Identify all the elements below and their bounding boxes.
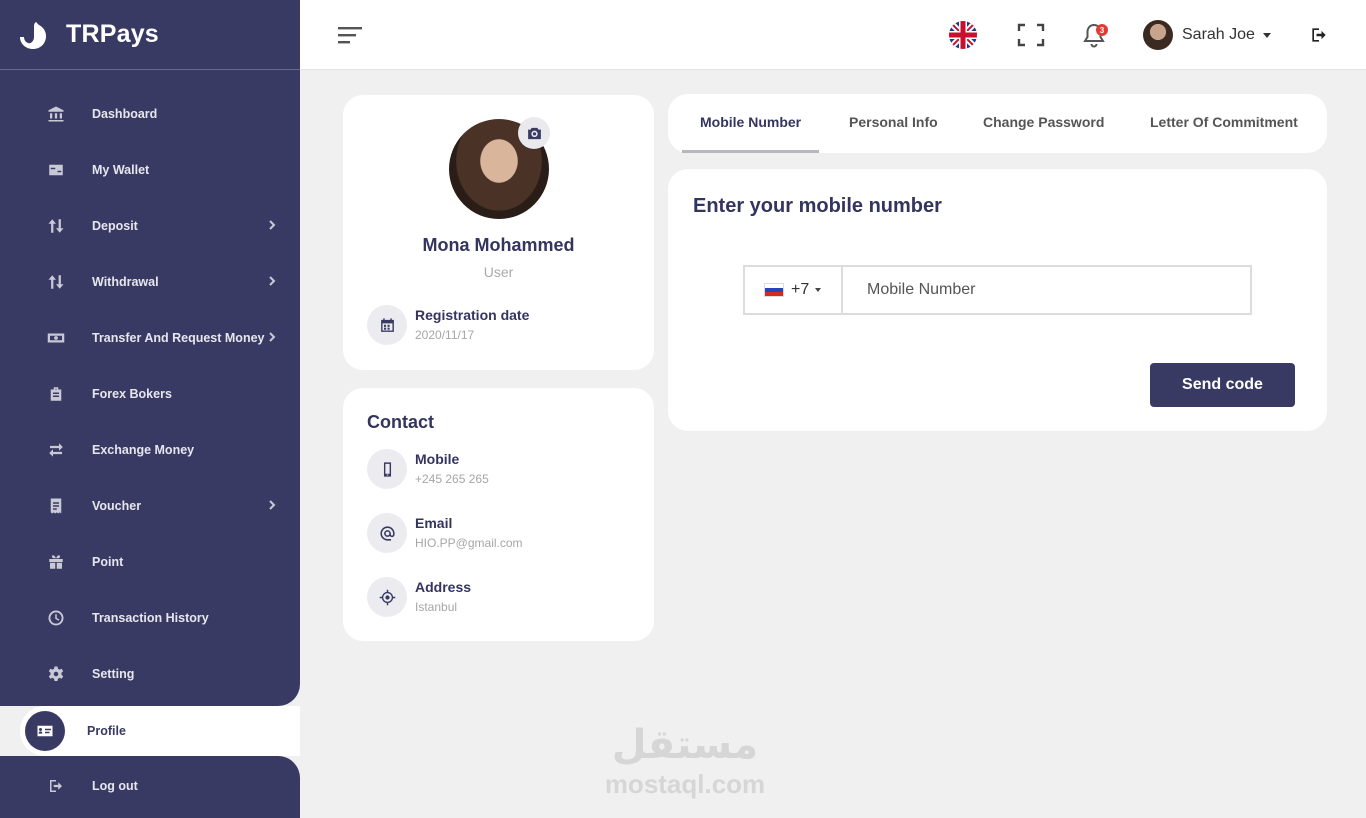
sidebar-item-label: Log out xyxy=(92,779,138,793)
registration-label: Registration date xyxy=(415,307,530,323)
sidebar-item-label: Setting xyxy=(92,667,135,681)
uk-flag-icon[interactable] xyxy=(948,20,978,50)
caret-down-icon xyxy=(815,288,822,292)
fullscreen-icon[interactable] xyxy=(1016,20,1046,50)
notification-badge: 3 xyxy=(1096,24,1108,36)
camera-icon xyxy=(527,127,541,139)
sidebar-item-withdrawal[interactable]: Withdrawal xyxy=(0,260,300,304)
watermark-latin: mostaql.com xyxy=(604,769,766,799)
menu-toggle-icon[interactable] xyxy=(338,25,364,47)
sidebar-item-setting[interactable]: Setting xyxy=(0,652,300,696)
sidebar-item-forex-bokers[interactable]: Forex Bokers xyxy=(0,372,300,416)
logout-icon xyxy=(44,774,68,798)
mobile-value: +245 265 265 xyxy=(415,472,489,486)
caret-down-icon xyxy=(1262,32,1271,38)
profile-tabs: Mobile Number Personal Info Change Passw… xyxy=(668,94,1327,153)
money-icon xyxy=(44,326,68,350)
registration-date: 2020/11/17 xyxy=(415,328,475,342)
arrows-updown-icon xyxy=(44,214,68,238)
mobile-label: Mobile xyxy=(415,451,460,467)
logout-icon[interactable] xyxy=(1304,20,1334,50)
sidebar-item-my-wallet[interactable]: My Wallet xyxy=(0,148,300,192)
sidebar-item-label: Transaction History xyxy=(92,611,209,625)
change-photo-button[interactable] xyxy=(518,117,550,149)
sidebar-item-profile[interactable]: Profile xyxy=(20,706,300,756)
id-card-icon xyxy=(25,711,65,751)
sidebar-item-label: Deposit xyxy=(92,219,138,233)
country-code-select[interactable]: +7 xyxy=(745,267,843,313)
form-title: Enter your mobile number xyxy=(693,195,942,217)
email-label: Email xyxy=(415,515,453,531)
contact-address: Address Istanbul xyxy=(367,577,471,617)
contact-card: Contact Mobile +245 265 265 Email HIO.PP… xyxy=(343,388,654,641)
wallet-icon xyxy=(44,158,68,182)
sidebar-item-label: Withdrawal xyxy=(92,275,159,289)
at-sign-icon xyxy=(367,513,407,553)
brand-logo-icon xyxy=(20,21,46,49)
arrows-updown-icon xyxy=(44,270,68,294)
sidebar-item-transfer-request-money[interactable]: Transfer And Request Money xyxy=(0,316,300,360)
tab-mobile-number[interactable]: Mobile Number xyxy=(700,114,801,130)
sidebar-item-voucher[interactable]: Voucher xyxy=(0,484,300,528)
sidebar-item-dashboard[interactable]: Dashboard xyxy=(0,92,300,136)
sidebar-item-label: Profile xyxy=(87,724,126,738)
sidebar-item-label: My Wallet xyxy=(92,163,150,177)
profile-role: User xyxy=(483,264,514,280)
top-header: 3 Sarah Joe xyxy=(300,0,1366,70)
sidebar-item-label: Forex Bokers xyxy=(92,387,172,401)
gift-icon xyxy=(44,550,68,574)
sidebar-item-point[interactable]: Point xyxy=(0,540,300,584)
sidebar: TRPays Dashboard My Wallet Deposit Withd… xyxy=(0,0,300,818)
contact-email: Email HIO.PP@gmail.com xyxy=(367,513,523,553)
active-tab-indicator xyxy=(682,150,819,153)
sidebar-item-exchange-money[interactable]: Exchange Money xyxy=(0,428,300,472)
chevron-right-icon xyxy=(266,499,280,513)
mobile-number-input[interactable] xyxy=(843,267,1250,313)
user-menu[interactable]: Sarah Joe xyxy=(1143,19,1271,51)
brand[interactable]: TRPays xyxy=(0,0,300,70)
send-code-button[interactable]: Send code xyxy=(1150,363,1295,407)
russia-flag-icon xyxy=(764,283,784,297)
tab-personal-info[interactable]: Personal Info xyxy=(849,114,938,130)
sidebar-item-label: Dashboard xyxy=(92,107,158,121)
mobile-number-form: Enter your mobile number +7 Send code xyxy=(668,169,1327,431)
registration-info: Registration date 2020/11/17 xyxy=(367,305,529,345)
address-value: Istanbul xyxy=(415,600,458,614)
sidebar-item-transaction-history[interactable]: Transaction History xyxy=(0,596,300,640)
sidebar-item-logout[interactable]: Log out xyxy=(0,764,300,808)
sidebar-item-label: Exchange Money xyxy=(92,443,195,457)
user-name: Sarah Joe xyxy=(1182,26,1255,43)
tab-letter-of-commitment[interactable]: Letter Of Commitment xyxy=(1150,114,1298,130)
watermark: مستقل mostaql.com xyxy=(600,720,770,798)
sidebar-item-label: Voucher xyxy=(92,499,142,513)
gear-icon xyxy=(44,662,68,686)
contact-mobile: Mobile +245 265 265 xyxy=(367,449,489,489)
sidebar-item-label: Point xyxy=(92,555,124,569)
dial-code: +7 xyxy=(791,281,810,298)
sidebar-item-deposit[interactable]: Deposit xyxy=(0,204,300,248)
contact-title: Contact xyxy=(367,412,434,432)
exchange-icon xyxy=(44,438,68,462)
phone-icon xyxy=(367,449,407,489)
calendar-icon xyxy=(367,305,407,345)
tab-change-password[interactable]: Change Password xyxy=(983,114,1104,130)
bank-icon xyxy=(44,102,68,126)
profile-name: Mona Mohammed xyxy=(422,235,575,255)
brand-name: TRPays xyxy=(66,20,159,48)
avatar xyxy=(1143,20,1173,50)
sidebar-item-label: Transfer And Request Money xyxy=(92,331,265,345)
location-target-icon xyxy=(367,577,407,617)
profile-card: Mona Mohammed User Registration date 202… xyxy=(343,95,654,370)
chevron-right-icon xyxy=(266,219,280,233)
phone-input-group: +7 xyxy=(743,265,1252,315)
chevron-right-icon xyxy=(266,331,280,345)
email-value: HIO.PP@gmail.com xyxy=(415,536,523,550)
watermark-arabic: مستقل xyxy=(611,722,759,768)
address-label: Address xyxy=(415,579,472,595)
receipt-icon xyxy=(44,494,68,518)
clock-icon xyxy=(44,606,68,630)
chevron-right-icon xyxy=(266,275,280,289)
briefcase-icon xyxy=(44,382,68,406)
